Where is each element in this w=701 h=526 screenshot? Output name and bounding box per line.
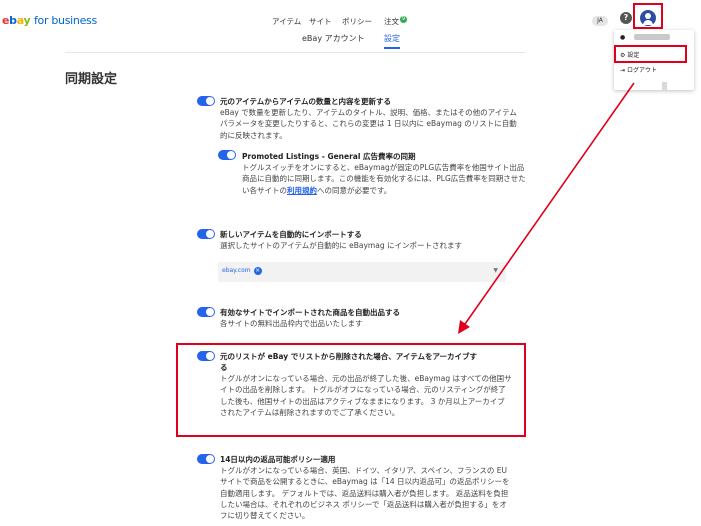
nav-sites[interactable]: サイト: [309, 16, 332, 27]
section-title: 14日以内の返品可能ポリシー適用: [220, 455, 336, 464]
section-desc: 選択したサイトのアイテムが自動的に eBaymag にインポートされます: [220, 241, 462, 250]
section-title-cont: る: [220, 363, 228, 372]
chevron-down-icon[interactable]: ▼: [493, 267, 498, 274]
toggle-promoted-listings[interactable]: [218, 150, 236, 160]
site-select[interactable]: ebay.com × ▼: [218, 262, 506, 282]
tab-settings[interactable]: 設定: [384, 33, 400, 49]
terms-link[interactable]: 利用規約: [287, 186, 317, 195]
orders-count-badge: 9: [400, 16, 407, 23]
nav-policies[interactable]: ポリシー: [342, 16, 372, 27]
tab-ebay-account[interactable]: eBay アカウント: [302, 33, 365, 44]
ebay-logo[interactable]: ebay for business: [2, 14, 97, 27]
toggle-auto-import[interactable]: [197, 229, 215, 239]
blurred-username: [634, 34, 670, 40]
section-title: 元のアイテムからアイテムの数量と内容を更新する: [220, 97, 391, 106]
section-desc: eBay で数量を更新したり、アイテムのタイトル、説明、価格、またはその他のアイ…: [220, 108, 517, 140]
avatar-highlight-box: [633, 3, 663, 29]
logout-icon: ⇥: [620, 67, 626, 74]
dropdown-user-row[interactable]: ●: [620, 34, 625, 41]
divider: [65, 52, 525, 53]
section-title: 元のリストが eBay でリストから削除された場合、アイテムをアーカイブす: [220, 352, 478, 361]
section-desc: トグルがオンになっている場合、英国、ドイツ、イタリア、スペイン、フランスの EU…: [220, 466, 510, 521]
toggle-auto-list[interactable]: [197, 307, 215, 317]
page-title: 同期設定: [65, 72, 118, 87]
dropdown-scrollbar[interactable]: [662, 82, 667, 90]
section-desc: トグルがオンになっている場合、元の出品が終了した後、eBaymag はすべての他…: [220, 374, 512, 417]
language-selector[interactable]: JA: [592, 16, 608, 26]
section-title: 新しいアイテムを自動的にインポートする: [220, 230, 362, 239]
toggle-archive-items[interactable]: [197, 351, 215, 361]
nav-items[interactable]: アイテム: [272, 16, 301, 27]
nav-orders[interactable]: 注文 9: [384, 16, 407, 27]
remove-chip-icon[interactable]: ×: [253, 267, 262, 275]
help-icon[interactable]: ?: [620, 12, 632, 24]
dropdown-logout[interactable]: ⇥ ログアウト: [620, 65, 657, 74]
section-title: 有効なサイトでインポートされた商品を自動出品する: [220, 308, 400, 317]
user-icon: ●: [620, 34, 626, 41]
site-chip: ebay.com ×: [222, 267, 262, 275]
section-desc: トグルスイッチをオンにすると、eBaymagが固定のPLG広告費率を他国サイト出…: [242, 163, 526, 195]
section-title: Promoted Listings - General 広告費率の同期: [242, 152, 416, 161]
nav-orders-label: 注文: [384, 17, 399, 26]
section-desc: 各サイトの無料出品枠内で出品いたします: [220, 319, 363, 328]
toggle-return-policy[interactable]: [197, 454, 215, 464]
settings-highlight-box: [614, 45, 687, 63]
toggle-update-quantity[interactable]: [197, 96, 215, 106]
